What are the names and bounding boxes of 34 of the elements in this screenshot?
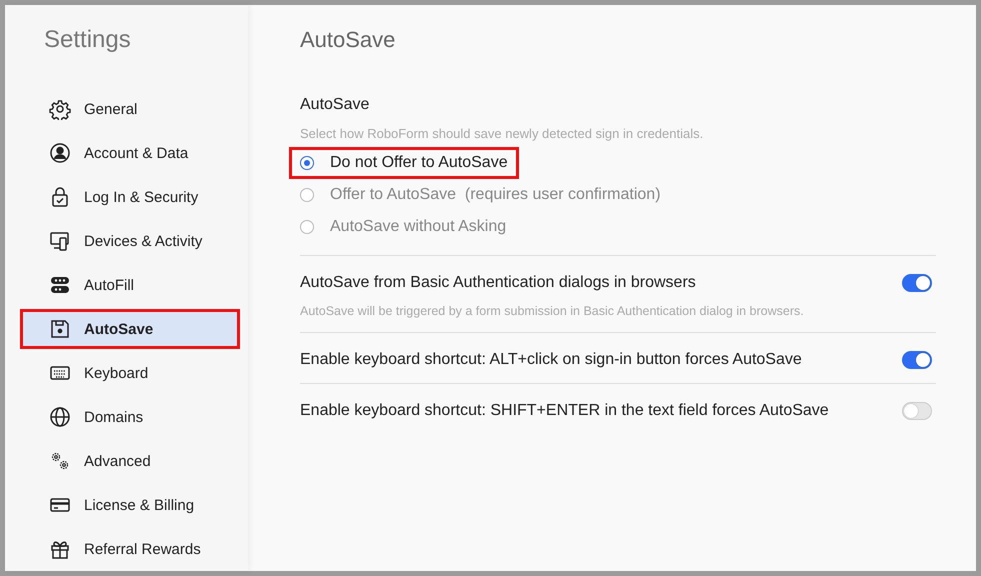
sidebar-item[interactable]: Domains <box>20 397 240 437</box>
sidebar-item[interactable]: Devices & Activity <box>20 221 240 261</box>
sidebar-item[interactable]: Keyboard <box>20 353 240 393</box>
toggle-switch[interactable] <box>902 402 932 420</box>
gears-icon <box>49 450 71 472</box>
sidebar-item[interactable]: Advanced <box>20 441 240 481</box>
toggles-icon <box>49 274 71 296</box>
option-label: AutoSave without Asking <box>330 218 506 236</box>
sidebar-item[interactable]: Log In & Security <box>20 177 240 217</box>
setting-description: AutoSave will be triggered by a form submission in Basic Authentication dialog in browsers. <box>300 304 804 318</box>
devices-icon <box>49 230 71 252</box>
gear-icon <box>49 98 71 120</box>
sidebar-item[interactable]: Account & Data <box>20 133 240 173</box>
radio-button[interactable] <box>300 220 314 234</box>
sidebar-item[interactable]: License & Billing <box>20 485 240 525</box>
page-title: AutoSave <box>300 26 396 54</box>
toggle-switch[interactable] <box>902 274 932 292</box>
radio-button[interactable] <box>300 188 314 202</box>
person-icon <box>49 142 71 164</box>
section-description: Select how RoboForm should save newly detected sign in credentials. <box>300 126 704 141</box>
section-heading: AutoSave <box>300 96 370 114</box>
globe-icon <box>49 406 71 428</box>
sidebar-item[interactable]: AutoFill <box>20 265 240 305</box>
setting-label: Enable keyboard shortcut: SHIFT+ENTER in the text field forces AutoSave <box>300 402 829 420</box>
option-label: Offer to AutoSave (requires user confirmation) <box>330 186 661 204</box>
toggle-switch[interactable] <box>902 351 932 369</box>
option-label: Do not Offer to AutoSave <box>330 154 508 172</box>
sidebar-item[interactable]: Referral Rewards <box>20 529 240 569</box>
sidebar-title: Settings <box>44 25 132 55</box>
sidebar-item[interactable]: General <box>20 89 240 129</box>
setting-label: AutoSave from Basic Authentication dialogs in browsers <box>300 274 697 292</box>
setting-label: Enable keyboard shortcut: ALT+click on sign-in button forces AutoSave <box>300 351 802 369</box>
radio-button[interactable] <box>300 156 314 170</box>
sidebar-item[interactable]: AutoSave <box>20 309 240 349</box>
